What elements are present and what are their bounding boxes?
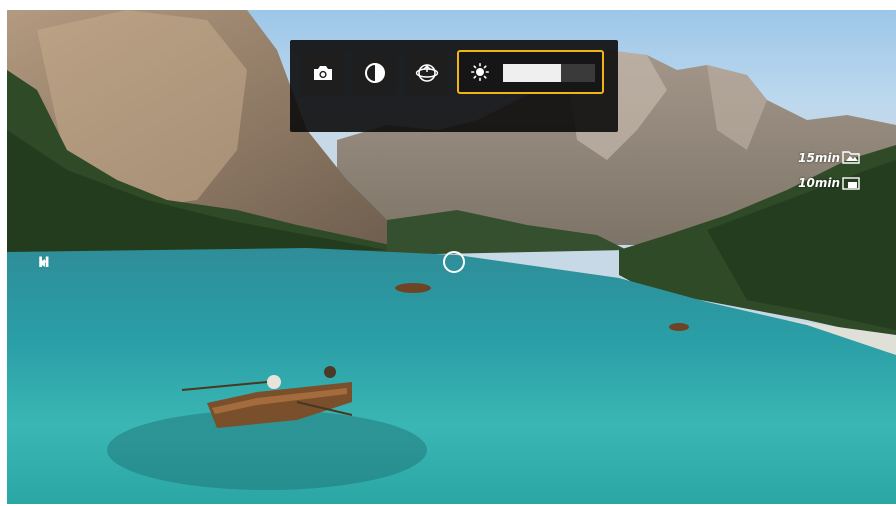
brightness-control[interactable] <box>457 50 604 94</box>
brightness-slider-fill <box>503 64 561 82</box>
photo-timer-label: 10min <box>798 176 840 190</box>
contrast-button[interactable] <box>353 51 397 95</box>
sphere-icon <box>415 64 439 82</box>
video-timer-label: 15min <box>798 151 840 165</box>
camera-icon <box>314 66 332 80</box>
camera-toolbar <box>290 40 618 132</box>
camera-viewport[interactable]: 15min 10min H <box>7 10 896 504</box>
heading-label: H <box>38 255 50 271</box>
camera-button[interactable] <box>301 51 345 95</box>
focus-target[interactable] <box>443 251 465 273</box>
sun-icon <box>471 63 489 81</box>
contrast-icon <box>365 63 385 83</box>
video-landscape-icon <box>842 151 860 164</box>
brightness-slider[interactable] <box>503 64 595 82</box>
sphere-button[interactable] <box>405 51 449 95</box>
photo-landscape-icon <box>842 177 860 190</box>
